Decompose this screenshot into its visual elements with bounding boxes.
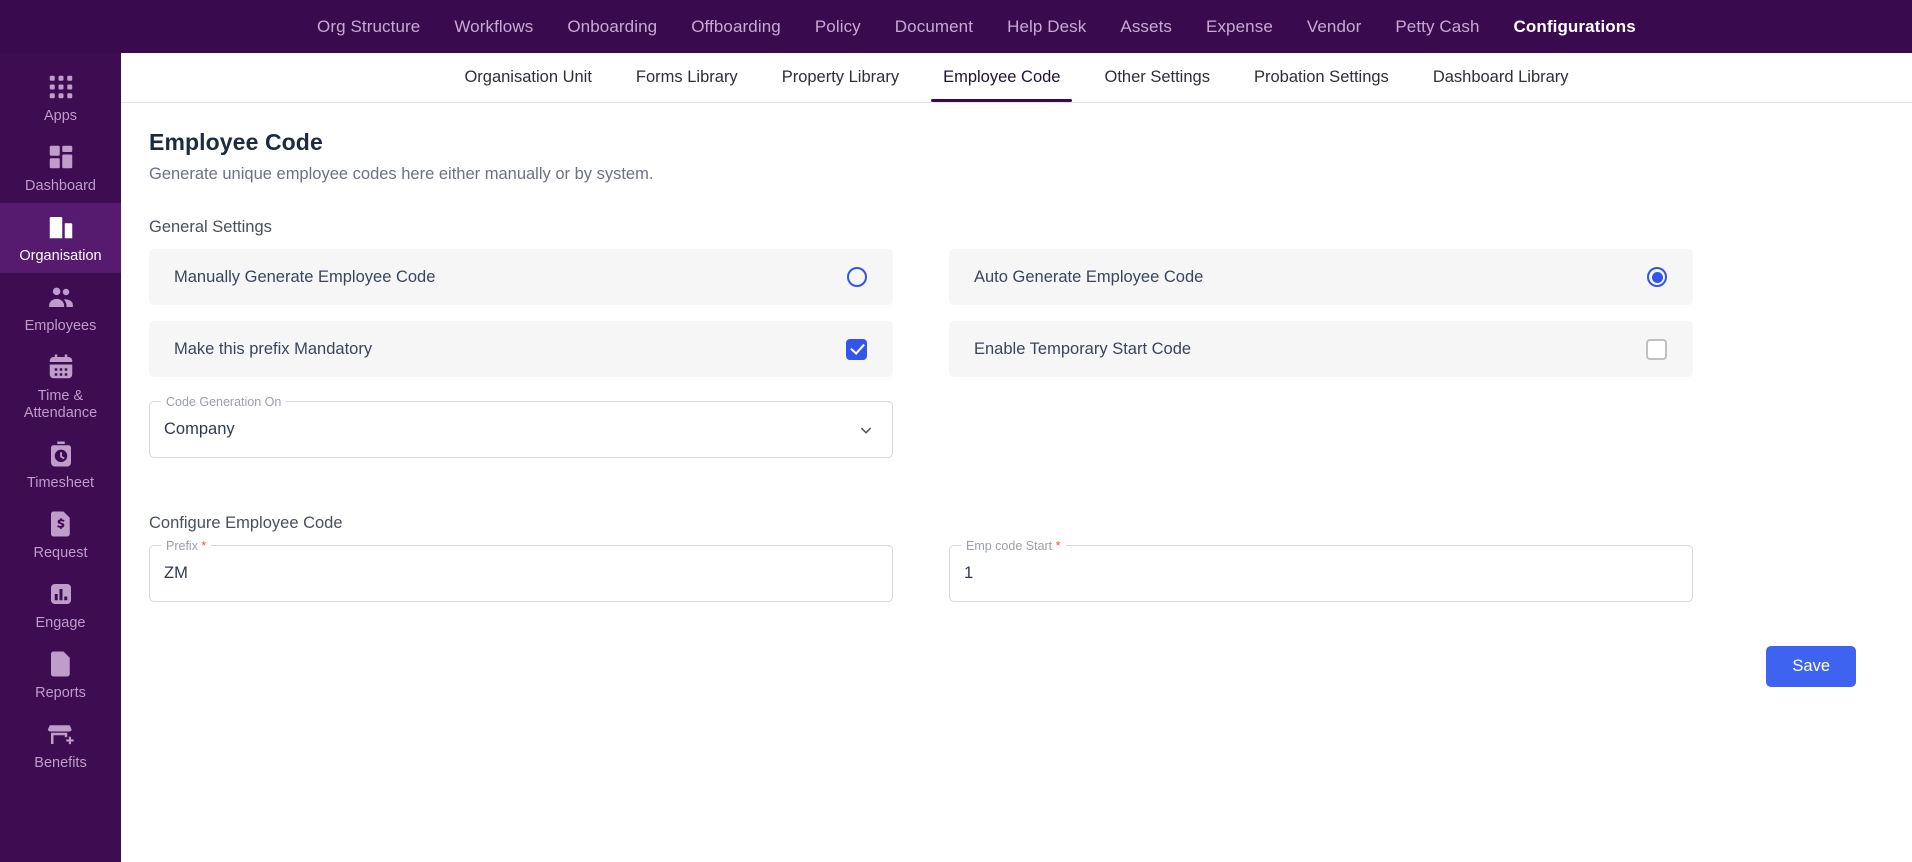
tab-employee-code[interactable]: Employee Code: [921, 53, 1082, 102]
dashboard-icon: [46, 142, 76, 172]
top-nav-item-configurations[interactable]: Configurations: [1497, 0, 1653, 53]
setting-row-enable-temporary-start-code[interactable]: Enable Temporary Start Code: [949, 321, 1693, 377]
sidebar-item-label: Time & Attendance: [23, 388, 98, 421]
top-nav-item-vendor[interactable]: Vendor: [1290, 0, 1378, 53]
sidebar-item-label: Organisation: [19, 248, 102, 264]
code-generation-on-legend: Code Generation On: [161, 394, 287, 410]
grid-apps-icon: [46, 72, 76, 102]
top-navigation-bar: Org Structure Workflows Onboarding Offboard…: [0, 0, 1912, 53]
setting-row-auto-generate-employee-code[interactable]: Auto Generate Employee Code: [949, 249, 1693, 305]
stopwatch-icon: [46, 439, 76, 469]
sidebar-item-apps[interactable]: Apps: [0, 63, 121, 133]
sidebar-item-label: Reports: [35, 685, 86, 701]
top-nav-item-onboarding[interactable]: Onboarding: [550, 0, 674, 53]
top-nav-item-offboarding[interactable]: Offboarding: [674, 0, 798, 53]
emp-code-start-legend: Emp code Start *: [961, 538, 1066, 554]
setting-row-label: Auto Generate Employee Code: [974, 267, 1204, 286]
top-nav-item-assets[interactable]: Assets: [1103, 0, 1189, 53]
sidebar-item-label: Request: [33, 545, 88, 561]
configuration-tab-bar: Organisation Unit Forms Library Property L…: [121, 53, 1912, 103]
page-subtitle: Generate unique employee codes here eith…: [149, 165, 654, 183]
top-nav-list: Org Structure Workflows Onboarding Offboard…: [300, 0, 1653, 53]
prefix-value: ZM: [164, 564, 188, 582]
setting-row-label: Make this prefix Mandatory: [174, 339, 373, 358]
left-sidebar: Apps Dashboard Organisation Employees Time &…: [0, 53, 121, 862]
top-nav-item-expense[interactable]: Expense: [1189, 0, 1290, 53]
sidebar-item-benefits[interactable]: Benefits: [0, 710, 121, 780]
tab-dashboard-library[interactable]: Dashboard Library: [1411, 53, 1591, 102]
dollar-document-icon: [46, 509, 76, 539]
sidebar-item-label: Employees: [24, 318, 97, 334]
code-generation-on-wrapper: Code Generation On Company: [121, 394, 893, 458]
page-title: Employee Code: [149, 129, 323, 155]
top-nav-item-petty-cash[interactable]: Petty Cash: [1378, 0, 1496, 53]
bar-chart-icon: [46, 579, 76, 609]
top-nav-item-org-structure[interactable]: Org Structure: [300, 0, 437, 53]
tab-forms-library[interactable]: Forms Library: [614, 53, 760, 102]
prefix-field[interactable]: Prefix * ZM: [149, 538, 893, 602]
calendar-icon: [46, 352, 76, 382]
emp-code-start-field[interactable]: Emp code Start * 1: [949, 538, 1693, 602]
checkbox-enable-temporary-start-code[interactable]: [1646, 338, 1667, 360]
configure-employee-code-label: Configure Employee Code: [149, 514, 343, 532]
sidebar-item-time-attendance[interactable]: Time & Attendance: [0, 343, 121, 430]
tab-other-settings[interactable]: Other Settings: [1082, 53, 1231, 102]
building-icon: [46, 212, 76, 242]
sidebar-item-label: Dashboard: [25, 178, 96, 194]
top-nav-item-document[interactable]: Document: [878, 0, 990, 53]
setting-row-label: Manually Generate Employee Code: [174, 267, 436, 286]
radio-auto-generate-employee-code[interactable]: [1647, 267, 1667, 287]
code-generation-on-value: Company: [164, 420, 235, 438]
content-panel: Organisation Unit Forms Library Property L…: [121, 53, 1912, 862]
prefix-legend: Prefix *: [161, 538, 212, 554]
configure-fields-row: Prefix * ZM Emp code Start * 1: [121, 538, 1912, 602]
radio-manually-generate-employee-code[interactable]: [847, 267, 867, 287]
report-document-icon: [46, 649, 76, 679]
top-nav-item-help-desk[interactable]: Help Desk: [990, 0, 1103, 53]
tab-property-library[interactable]: Property Library: [760, 53, 921, 102]
chevron-down-icon[interactable]: [858, 422, 874, 438]
emp-code-start-value: 1: [964, 564, 974, 582]
sidebar-item-employees[interactable]: Employees: [0, 273, 121, 343]
app-root: Org Structure Workflows Onboarding Offboard…: [0, 0, 1912, 862]
top-nav-item-policy[interactable]: Policy: [798, 0, 878, 53]
tab-probation-settings[interactable]: Probation Settings: [1232, 53, 1411, 102]
page-header: Employee Code Generate unique employee c…: [121, 103, 1912, 184]
general-settings-label: General Settings: [149, 218, 272, 236]
checkbox-make-this-prefix-mandatory[interactable]: [846, 338, 867, 360]
setting-row-manually-generate-employee-code[interactable]: Manually Generate Employee Code: [149, 249, 893, 305]
sidebar-item-dashboard[interactable]: Dashboard: [0, 133, 121, 203]
tab-organisation-unit[interactable]: Organisation Unit: [442, 53, 613, 102]
setting-row-make-this-prefix-mandatory[interactable]: Make this prefix Mandatory: [149, 321, 893, 377]
sidebar-item-timesheet[interactable]: Timesheet: [0, 430, 121, 500]
setting-row-label: Enable Temporary Start Code: [974, 339, 1192, 358]
sidebar-item-organisation[interactable]: Organisation: [0, 203, 121, 273]
sidebar-item-engage[interactable]: Engage: [0, 570, 121, 640]
code-generation-on-select[interactable]: Code Generation On Company: [149, 394, 893, 458]
sidebar-item-label: Engage: [35, 615, 86, 631]
sidebar-item-label: Benefits: [34, 755, 87, 771]
store-plus-icon: [46, 719, 76, 749]
sidebar-item-label: Timesheet: [26, 475, 95, 491]
people-icon: [46, 282, 76, 312]
sidebar-item-request[interactable]: Request: [0, 500, 121, 570]
sidebar-item-reports[interactable]: Reports: [0, 640, 121, 710]
save-button[interactable]: Save: [1766, 646, 1856, 687]
general-settings-grid: Manually Generate Employee Code Auto Gene…: [121, 249, 1912, 393]
footer-actions: Save: [121, 646, 1912, 687]
top-nav-item-workflows[interactable]: Workflows: [437, 0, 550, 53]
sidebar-item-label: Apps: [43, 108, 78, 124]
